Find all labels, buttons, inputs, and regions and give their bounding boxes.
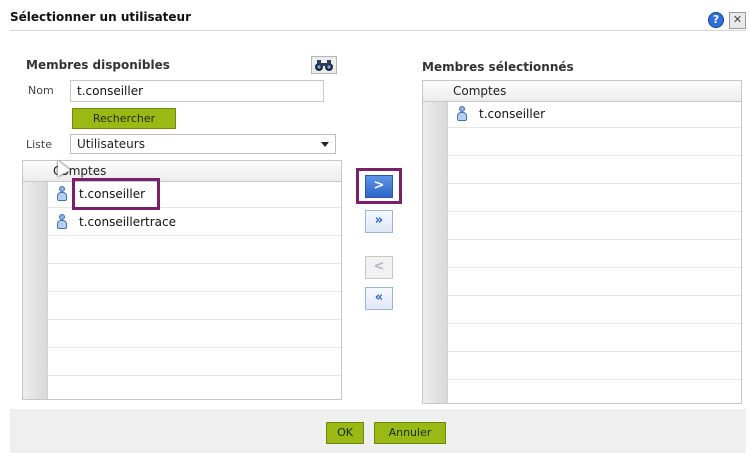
add-all-button[interactable]: »: [365, 210, 393, 233]
row-divider: [47, 235, 341, 236]
list-select[interactable]: Utilisateurs: [70, 134, 336, 154]
row-divider: [447, 183, 741, 184]
user-icon: [457, 106, 467, 121]
row-divider: [447, 155, 741, 156]
row-divider: [447, 323, 741, 324]
search-button[interactable]: Rechercher: [72, 108, 176, 129]
list-label: Liste: [26, 138, 52, 151]
name-label: Nom: [28, 84, 54, 97]
close-icon[interactable]: ✕: [729, 12, 746, 29]
row-divider: [47, 347, 341, 348]
row-divider: [447, 211, 741, 212]
remove-selected-button[interactable]: <: [365, 256, 393, 279]
list-gutter: [423, 81, 448, 403]
available-accounts-list[interactable]: Comptes t.conseiller t.conseillertrace: [22, 160, 342, 400]
selected-column-header[interactable]: Comptes: [423, 81, 741, 102]
row-divider: [47, 291, 341, 292]
help-icon[interactable]: ?: [708, 12, 724, 28]
row-highlight-box: [72, 178, 160, 210]
chevron-down-icon: [321, 142, 329, 147]
row-divider: [47, 375, 341, 376]
binoculars-icon[interactable]: [311, 56, 337, 74]
list-item[interactable]: t.conseiller: [23, 181, 341, 207]
dialog-title: Sélectionner un utilisateur: [10, 10, 192, 24]
list-item[interactable]: t.conseiller: [423, 101, 741, 127]
list-item[interactable]: t.conseillertrace: [23, 209, 341, 235]
user-icon: [57, 214, 67, 229]
row-divider: [447, 351, 741, 352]
row-divider: [47, 319, 341, 320]
row-divider: [47, 263, 341, 264]
available-column-header[interactable]: Comptes: [23, 161, 341, 182]
name-input[interactable]: [70, 80, 324, 102]
row-divider: [447, 295, 741, 296]
list-item-label: t.conseillertrace: [79, 215, 176, 229]
cancel-button[interactable]: Annuler: [374, 422, 446, 444]
selected-members-title: Membres sélectionnés: [422, 60, 574, 74]
row-divider: [447, 267, 741, 268]
title-divider: [10, 30, 746, 31]
selected-column-header-label: Comptes: [453, 84, 507, 98]
row-divider: [447, 379, 741, 380]
row-divider: [447, 127, 741, 128]
user-icon: [57, 186, 67, 201]
list-select-value: Utilisateurs: [77, 137, 145, 151]
remove-all-button[interactable]: «: [365, 287, 393, 310]
binoculars-glyph: [315, 60, 333, 71]
available-members-title: Membres disponibles: [26, 58, 170, 72]
row-divider: [447, 239, 741, 240]
list-item-label: t.conseiller: [479, 107, 546, 121]
ok-button[interactable]: OK: [326, 422, 364, 444]
add-selected-button[interactable]: >: [365, 175, 393, 198]
selected-accounts-list[interactable]: Comptes t.conseiller: [422, 80, 742, 404]
